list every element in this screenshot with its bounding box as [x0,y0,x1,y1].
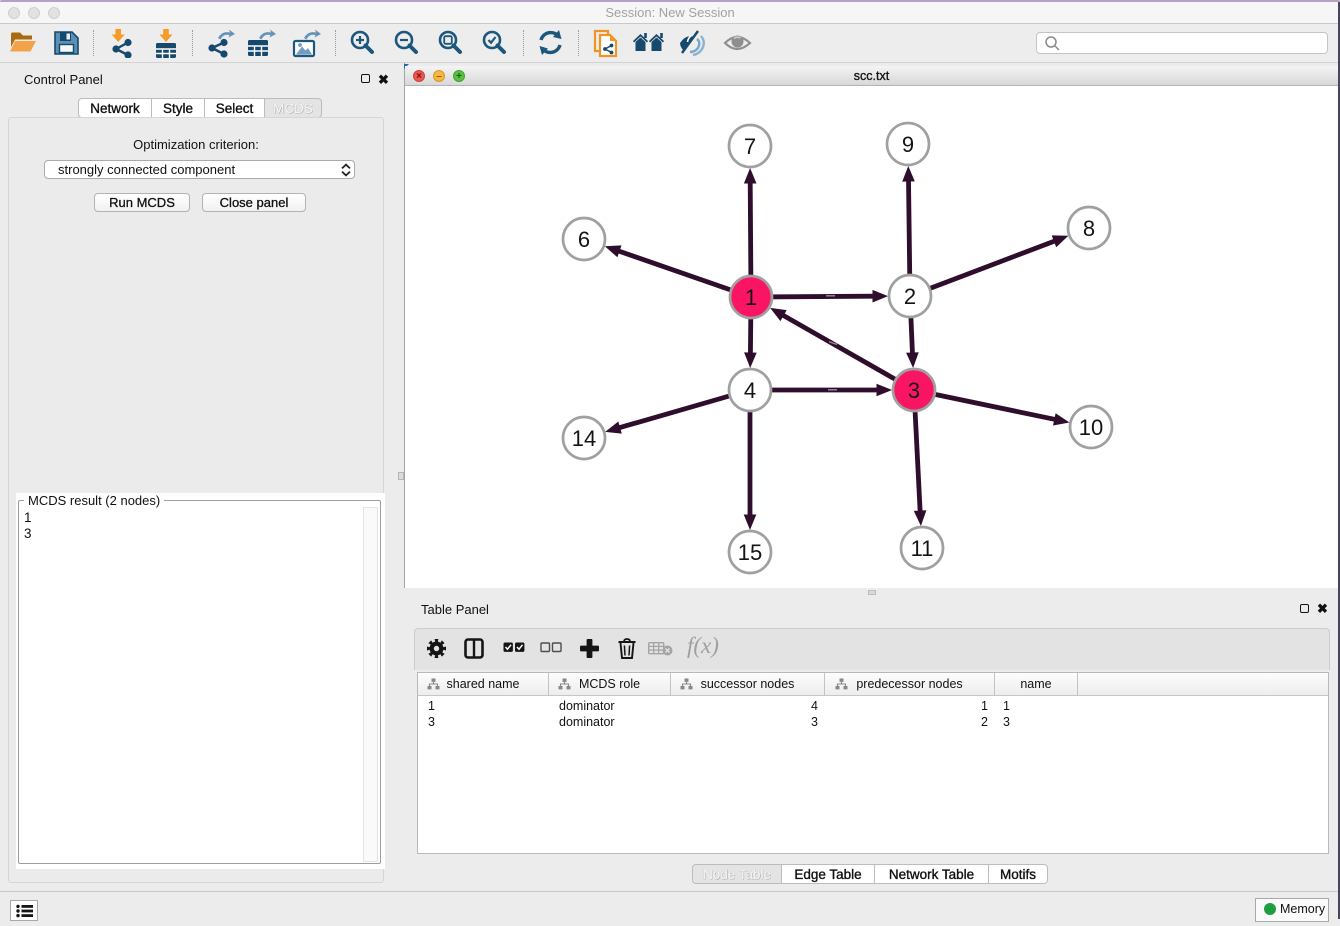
svg-text:6: 6 [578,227,590,252]
svg-text:14: 14 [572,426,596,451]
svg-text:9: 9 [902,132,914,157]
svg-text:1: 1 [745,285,757,310]
svg-text:7: 7 [744,134,756,159]
svg-text:10: 10 [1079,415,1103,440]
svg-text:3: 3 [908,378,920,403]
svg-text:11: 11 [911,536,934,561]
svg-text:15: 15 [738,540,762,565]
svg-text:4: 4 [744,378,756,403]
svg-text:2: 2 [904,284,916,309]
svg-text:8: 8 [1083,216,1095,241]
